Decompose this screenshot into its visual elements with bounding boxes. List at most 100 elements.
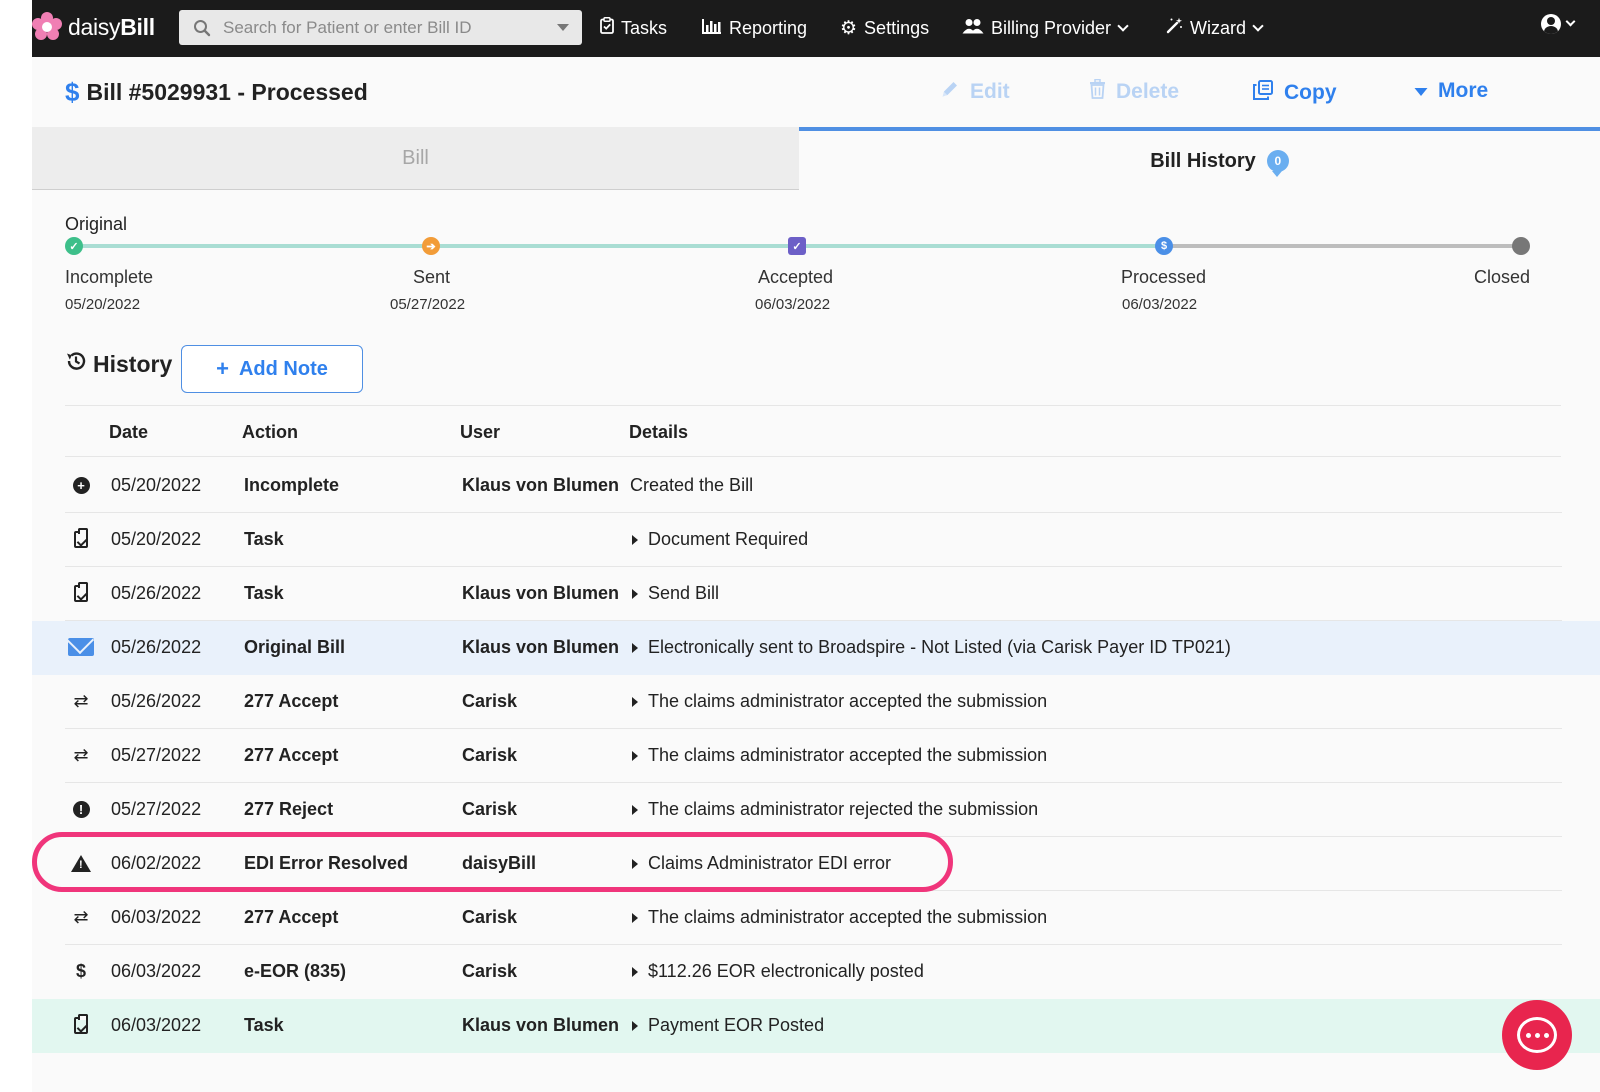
nav-tasks[interactable]: Tasks xyxy=(600,14,667,42)
chat-widget-button[interactable] xyxy=(1502,1000,1572,1070)
expand-caret-icon xyxy=(632,804,638,815)
table-row: 05/26/2022 Task Klaus von Blumen Send Bi… xyxy=(32,567,1600,621)
expand-caret-icon xyxy=(632,588,638,599)
expand-caret-icon xyxy=(632,642,638,653)
history-heading: History xyxy=(65,350,172,378)
table-row: ⇄ 06/03/2022 277 Accept Carisk The claim… xyxy=(32,891,1600,945)
column-header-details[interactable]: Details xyxy=(629,422,688,443)
top-navbar: daisyBill Tasks Reporting ⚙ Settings Bil… xyxy=(32,0,1600,57)
row-details-toggle[interactable]: Document Required xyxy=(632,529,808,550)
nav-wizard[interactable]: Wizard xyxy=(1166,14,1264,42)
row-details-toggle[interactable]: The claims administrator accepted the su… xyxy=(632,907,1047,928)
exclamation-circle-icon: ! xyxy=(70,798,92,820)
row-details-toggle[interactable]: The claims administrator accepted the su… xyxy=(632,745,1047,766)
more-dropdown-button[interactable]: More xyxy=(1414,79,1488,103)
row-details-toggle[interactable]: Send Bill xyxy=(632,583,719,604)
page-title: $ Bill #5029931 - Processed xyxy=(65,77,368,108)
row-details-text: Document Required xyxy=(648,529,809,549)
step-date: 05/20/2022 xyxy=(65,296,141,313)
history-clock-icon xyxy=(65,350,87,378)
step-name: Incomplete xyxy=(65,267,154,287)
tab-bill-history[interactable]: Bill History 0 xyxy=(799,127,1600,191)
search-input[interactable] xyxy=(223,17,553,38)
step-closed-dot-icon xyxy=(1512,237,1530,255)
row-user: Carisk xyxy=(462,745,518,765)
search-dropdown-caret-icon[interactable] xyxy=(557,24,569,31)
nav-reporting[interactable]: Reporting xyxy=(702,14,807,42)
edit-button[interactable]: Edit xyxy=(940,79,1010,105)
dollar-icon: $ xyxy=(75,960,86,981)
row-user: Klaus von Blumen xyxy=(462,637,620,657)
step-name: Closed xyxy=(1474,267,1531,287)
row-user: Klaus von Blumen xyxy=(462,1015,620,1035)
row-action: 277 Reject xyxy=(244,799,334,819)
delete-button[interactable]: Delete xyxy=(1089,78,1180,105)
row-details-toggle[interactable]: $112.26 EOR electronically posted xyxy=(632,961,924,982)
exchange-icon: ⇄ xyxy=(73,744,89,765)
expand-caret-icon xyxy=(632,534,638,545)
caret-down-icon xyxy=(1414,80,1428,103)
expand-caret-icon xyxy=(632,858,638,869)
delete-label: Delete xyxy=(1116,80,1180,103)
row-details-text: Electronically sent to Broadspire - Not … xyxy=(648,637,1231,657)
row-details-text: Claims Administrator EDI error xyxy=(648,853,892,873)
row-user: Carisk xyxy=(462,691,518,711)
row-details-toggle[interactable]: The claims administrator accepted the su… xyxy=(632,691,1047,712)
row-user: Carisk xyxy=(462,907,518,927)
pencil-icon xyxy=(940,79,960,105)
daisybill-logo[interactable]: daisyBill xyxy=(32,10,155,44)
exchange-icon: ⇄ xyxy=(73,690,89,711)
row-details-toggle[interactable]: Claims Administrator EDI error xyxy=(632,853,891,874)
daisy-flower-icon xyxy=(32,12,62,42)
exchange-icon: ⇄ xyxy=(73,906,89,927)
row-action: e-EOR (835) xyxy=(244,961,347,981)
row-user: Klaus von Blumen xyxy=(462,583,620,603)
nav-settings[interactable]: ⚙ Settings xyxy=(840,14,929,42)
row-date: 06/02/2022 xyxy=(111,853,202,873)
row-action: 277 Accept xyxy=(244,745,339,765)
row-details-text: The claims administrator accepted the su… xyxy=(648,907,1048,927)
row-date: 06/03/2022 xyxy=(111,961,202,981)
row-date: 05/27/2022 xyxy=(111,745,202,765)
clipboard-check-icon xyxy=(70,581,92,604)
step-date: 05/27/2022 xyxy=(390,296,466,313)
row-date: 05/20/2022 xyxy=(111,475,202,495)
patient-search[interactable] xyxy=(179,10,582,45)
table-row: ! 05/27/2022 277 Reject Carisk The claim… xyxy=(32,783,1600,837)
step-date: 06/03/2022 xyxy=(755,296,831,313)
row-date: 06/03/2022 xyxy=(111,1015,202,1035)
row-action: EDI Error Resolved xyxy=(244,853,409,873)
row-details-text: $112.26 EOR electronically posted xyxy=(648,961,924,981)
edit-label: Edit xyxy=(970,80,1010,103)
row-user: Klaus von Blumen xyxy=(462,475,620,495)
table-row-highlighted: ! 06/02/2022 EDI Error Resolved daisyBil… xyxy=(32,837,1600,891)
row-details-toggle[interactable]: The claims administrator rejected the su… xyxy=(632,799,1038,820)
row-details-toggle[interactable]: Payment EOR Posted xyxy=(632,1015,824,1036)
column-header-action[interactable]: Action xyxy=(242,422,298,443)
copy-label: Copy xyxy=(1284,81,1337,104)
expand-caret-icon xyxy=(632,912,638,923)
column-header-date[interactable]: Date xyxy=(109,422,148,443)
tab-bill[interactable]: Bill xyxy=(32,127,799,190)
warning-triangle-icon: ! xyxy=(70,852,92,874)
users-icon xyxy=(962,18,984,39)
table-row: ⇄ 05/27/2022 277 Accept Carisk The claim… xyxy=(32,729,1600,783)
copy-button[interactable]: Copy xyxy=(1252,79,1337,107)
expand-caret-icon xyxy=(632,696,638,707)
nav-settings-label: Settings xyxy=(864,17,930,38)
envelope-icon xyxy=(67,636,95,658)
row-details-toggle[interactable]: Electronically sent to Broadspire - Not … xyxy=(632,637,1231,658)
user-menu[interactable] xyxy=(1541,14,1576,34)
search-icon xyxy=(194,19,211,36)
plus-icon: + xyxy=(216,356,229,381)
history-table-header: Date Action User Details xyxy=(65,405,1561,457)
nav-billing-provider[interactable]: Billing Provider xyxy=(962,14,1129,42)
trash-icon xyxy=(1089,78,1106,105)
bill-tabs: Bill Bill History 0 xyxy=(32,127,1600,191)
add-note-button[interactable]: + Add Note xyxy=(181,345,363,393)
chat-bubble-icon xyxy=(1517,1017,1557,1053)
column-header-user[interactable]: User xyxy=(460,422,500,443)
clipboard-check-icon xyxy=(70,1013,92,1036)
row-user: Carisk xyxy=(462,799,518,819)
row-action: 277 Accept xyxy=(244,907,339,927)
